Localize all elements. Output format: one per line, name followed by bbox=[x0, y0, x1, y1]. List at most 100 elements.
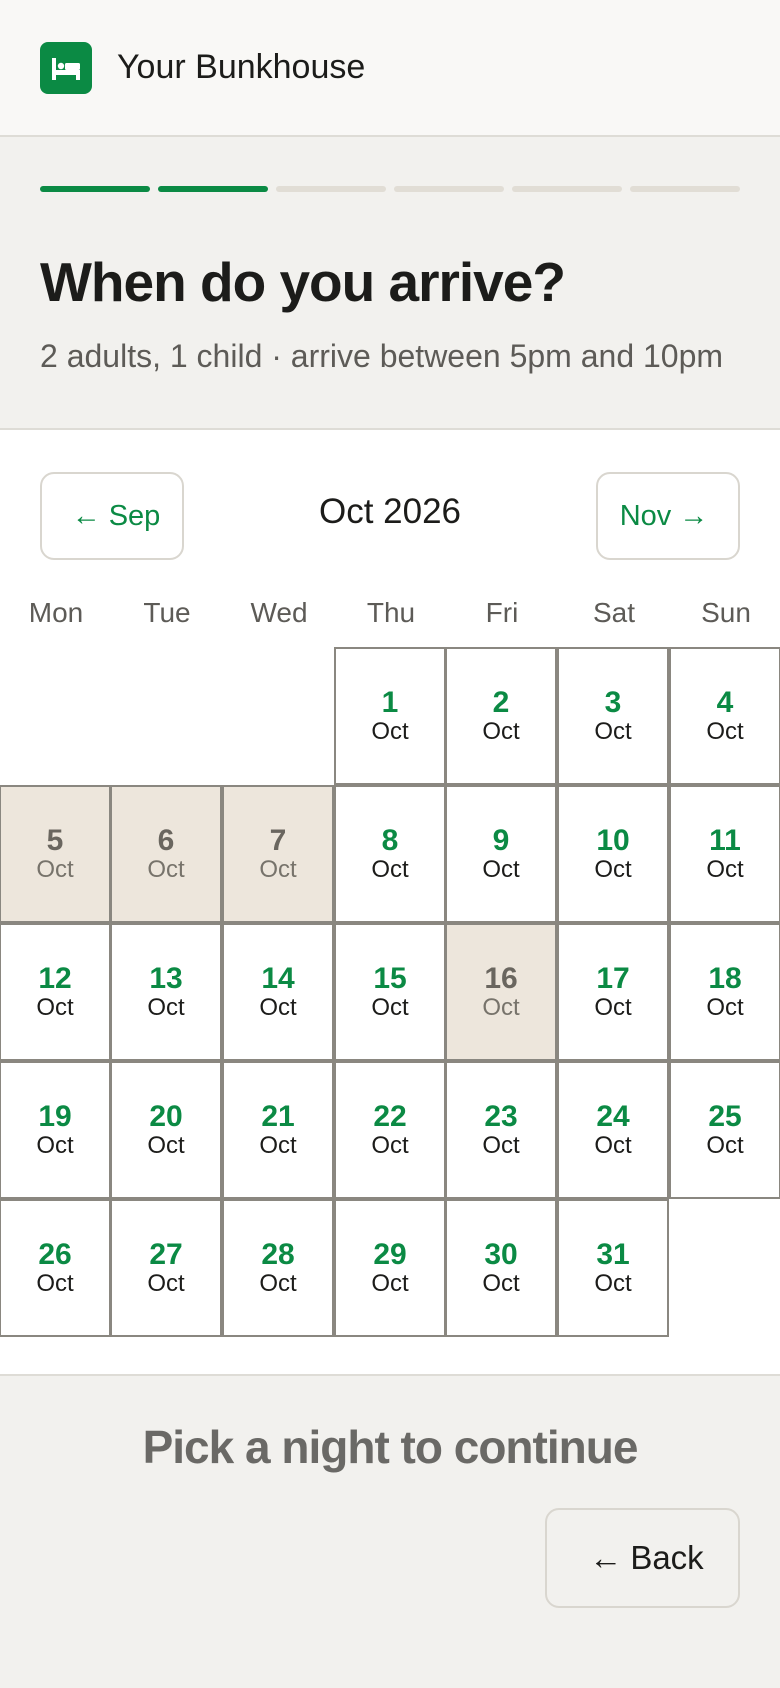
day-month: Oct bbox=[706, 718, 744, 745]
day-month: Oct bbox=[36, 994, 74, 1021]
calendar-day[interactable]: 12 Oct bbox=[0, 923, 111, 1061]
day-month: Oct bbox=[371, 994, 409, 1021]
calendar-day[interactable]: 31 Oct bbox=[557, 1199, 669, 1337]
day-number: 16 bbox=[484, 962, 518, 995]
day-month: Oct bbox=[147, 994, 185, 1021]
day-number: 29 bbox=[373, 1238, 407, 1271]
day-month: Oct bbox=[594, 856, 632, 883]
page-title: When do you arrive? bbox=[40, 251, 566, 313]
booking-summary: 2 adults, 1 child · arrive between 5pm a… bbox=[40, 338, 724, 374]
day-number: 9 bbox=[492, 824, 510, 857]
weekday-header: Thu bbox=[366, 597, 416, 628]
calendar-day[interactable]: 18 Oct bbox=[669, 923, 780, 1061]
day-number: 14 bbox=[261, 962, 295, 995]
day-number: 1 bbox=[381, 686, 399, 719]
calendar-day[interactable]: 10 Oct bbox=[557, 785, 669, 923]
day-month: Oct bbox=[147, 1270, 185, 1297]
day-number: 18 bbox=[708, 962, 742, 995]
calendar-day[interactable]: 20 Oct bbox=[110, 1061, 222, 1199]
calendar-day[interactable]: 26 Oct bbox=[0, 1199, 111, 1337]
day-month: Oct bbox=[482, 718, 520, 745]
day-month: Oct bbox=[482, 1132, 520, 1159]
day-month: Oct bbox=[147, 1132, 185, 1159]
day-number: 22 bbox=[373, 1100, 407, 1133]
calendar-day[interactable]: 4 Oct bbox=[669, 647, 780, 785]
day-number: 30 bbox=[484, 1238, 518, 1271]
calendar-day-unavailable: 16 Oct bbox=[445, 923, 557, 1061]
day-month: Oct bbox=[371, 1132, 409, 1159]
day-number: 10 bbox=[596, 824, 630, 857]
day-month: Oct bbox=[706, 856, 744, 883]
calendar-day[interactable]: 8 Oct bbox=[334, 785, 446, 923]
progress-step bbox=[40, 186, 150, 192]
day-month: Oct bbox=[371, 718, 409, 745]
weekday-header: Sat bbox=[592, 597, 636, 628]
day-month: Oct bbox=[594, 718, 632, 745]
day-number: 6 bbox=[157, 824, 175, 857]
calendar-day-unavailable: 6 Oct bbox=[110, 785, 222, 923]
calendar-day[interactable]: 25 Oct bbox=[669, 1061, 780, 1199]
day-number: 28 bbox=[261, 1238, 295, 1271]
day-month: Oct bbox=[482, 994, 520, 1021]
calendar-day[interactable]: 2 Oct bbox=[445, 647, 557, 785]
day-number: 8 bbox=[381, 824, 399, 857]
calendar-day[interactable]: 27 Oct bbox=[110, 1199, 222, 1337]
day-number: 3 bbox=[604, 686, 622, 719]
day-number: 2 bbox=[492, 686, 510, 719]
day-month: Oct bbox=[594, 1270, 632, 1297]
continue-hint: Pick a night to continue bbox=[142, 1421, 639, 1473]
next-month-button[interactable]: Nov → bbox=[596, 472, 740, 560]
weekday-header: Tue bbox=[143, 597, 191, 628]
day-month: Oct bbox=[371, 856, 409, 883]
calendar-day[interactable]: 28 Oct bbox=[222, 1199, 334, 1337]
day-month: Oct bbox=[36, 1270, 74, 1297]
day-number: 7 bbox=[269, 824, 287, 857]
day-number: 17 bbox=[596, 962, 630, 995]
calendar-day[interactable]: 22 Oct bbox=[334, 1061, 446, 1199]
back-label: Back bbox=[630, 1539, 704, 1576]
calendar-day[interactable]: 23 Oct bbox=[445, 1061, 557, 1199]
calendar-day[interactable]: 24 Oct bbox=[557, 1061, 669, 1199]
calendar-day[interactable]: 17 Oct bbox=[557, 923, 669, 1061]
progress-step bbox=[630, 186, 740, 192]
day-number: 20 bbox=[149, 1100, 183, 1133]
day-month: Oct bbox=[482, 856, 520, 883]
brand-name: Your Bunkhouse bbox=[117, 48, 366, 86]
progress-step bbox=[394, 186, 504, 192]
weekday-header: Sun bbox=[701, 597, 751, 628]
day-month: Oct bbox=[259, 1132, 297, 1159]
calendar-day[interactable]: 30 Oct bbox=[445, 1199, 557, 1337]
day-month: Oct bbox=[706, 994, 744, 1021]
day-number: 13 bbox=[149, 962, 183, 995]
day-number: 15 bbox=[373, 962, 407, 995]
day-month: Oct bbox=[706, 1132, 744, 1159]
day-month: Oct bbox=[594, 994, 632, 1021]
day-month: Oct bbox=[482, 1270, 520, 1297]
calendar-day[interactable]: 14 Oct bbox=[222, 923, 334, 1061]
app-header: Your Bunkhouse bbox=[0, 0, 780, 137]
day-number: 31 bbox=[596, 1238, 630, 1271]
calendar-day[interactable]: 3 Oct bbox=[557, 647, 669, 785]
calendar-day[interactable]: 15 Oct bbox=[334, 923, 446, 1061]
calendar-day[interactable]: 1 Oct bbox=[334, 647, 446, 785]
calendar-day[interactable]: 13 Oct bbox=[110, 923, 222, 1061]
arrow-right-icon: → bbox=[679, 499, 709, 532]
calendar-day[interactable]: 19 Oct bbox=[0, 1061, 111, 1199]
day-number: 25 bbox=[708, 1100, 742, 1133]
calendar-day[interactable]: 29 Oct bbox=[334, 1199, 446, 1337]
calendar-day-unavailable: 7 Oct bbox=[222, 785, 334, 923]
day-number: 19 bbox=[38, 1100, 72, 1133]
day-number: 5 bbox=[46, 824, 64, 857]
back-button[interactable]: ← Back bbox=[545, 1508, 740, 1608]
calendar-day[interactable]: 9 Oct bbox=[445, 785, 557, 923]
day-number: 27 bbox=[149, 1238, 183, 1271]
day-month: Oct bbox=[259, 994, 297, 1021]
day-month: Oct bbox=[147, 856, 185, 883]
calendar-day[interactable]: 11 Oct bbox=[669, 785, 780, 923]
day-number: 23 bbox=[484, 1100, 518, 1133]
arrow-left-icon: ← bbox=[589, 1539, 623, 1576]
day-number: 11 bbox=[709, 824, 741, 857]
calendar-day[interactable]: 21 Oct bbox=[222, 1061, 334, 1199]
day-month: Oct bbox=[36, 856, 74, 883]
day-month: Oct bbox=[371, 1270, 409, 1297]
